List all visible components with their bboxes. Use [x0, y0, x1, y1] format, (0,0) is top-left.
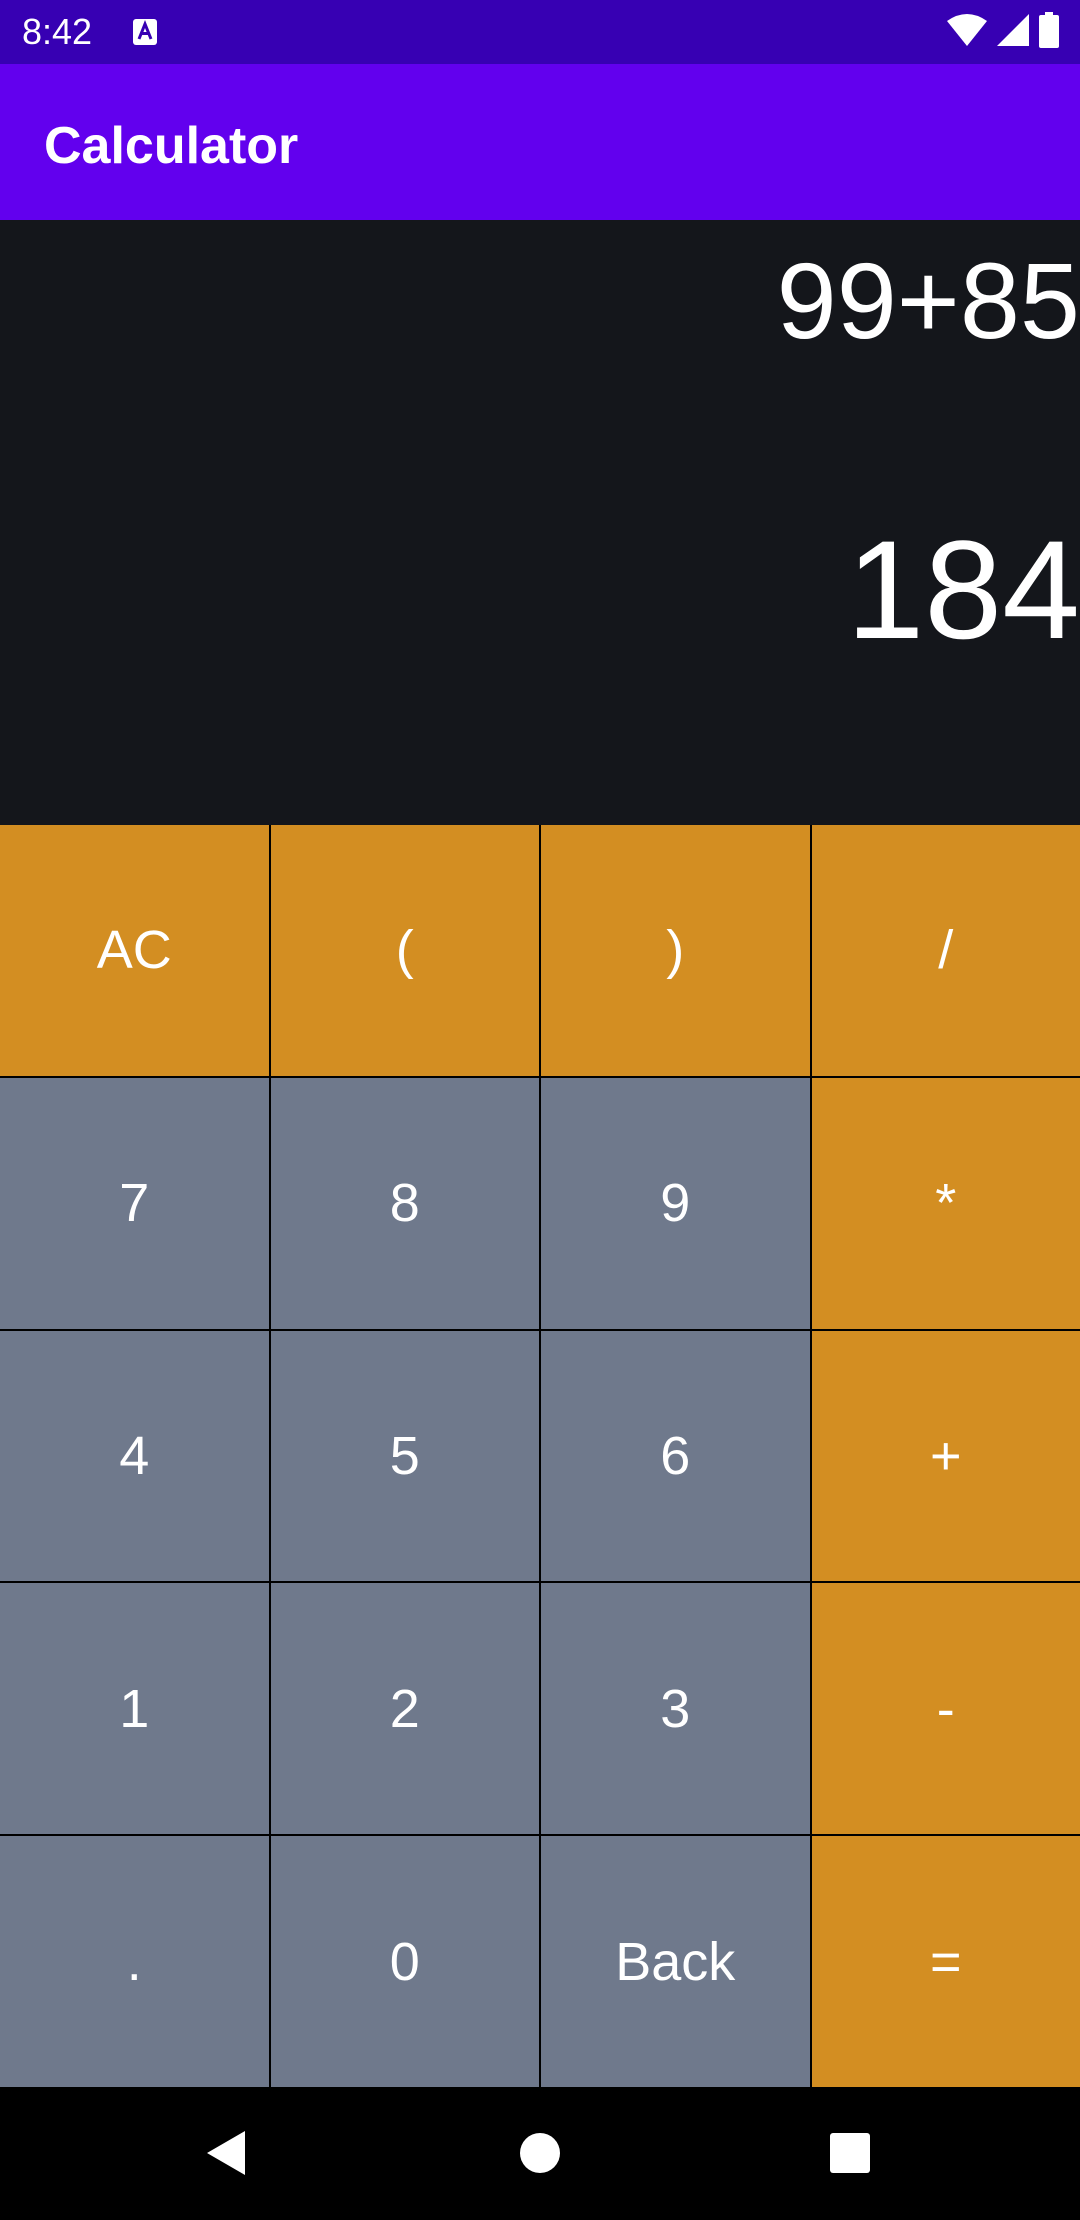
- digit-3-button[interactable]: 3: [541, 1583, 810, 1835]
- digit-9-button[interactable]: 9: [541, 1077, 810, 1329]
- home-icon[interactable]: [510, 2123, 570, 2183]
- equals-button[interactable]: =: [811, 1836, 1080, 2087]
- navigation-bar: [0, 2087, 1080, 2220]
- status-icons: [946, 11, 1060, 53]
- battery-icon: [1038, 11, 1060, 53]
- status-bar: 8:42: [0, 0, 1080, 64]
- backspace-button[interactable]: Back: [541, 1836, 810, 2087]
- digit-1-button[interactable]: 1: [0, 1583, 269, 1835]
- expression-text: 99+85: [776, 240, 1080, 361]
- multiply-button[interactable]: *: [811, 1077, 1080, 1329]
- divide-button[interactable]: /: [811, 825, 1080, 1076]
- decimal-button[interactable]: .: [0, 1836, 269, 2087]
- digit-6-button[interactable]: 6: [541, 1330, 810, 1582]
- minus-button[interactable]: -: [811, 1583, 1080, 1835]
- digit-2-button[interactable]: 2: [270, 1583, 539, 1835]
- cellular-signal-icon: [996, 13, 1030, 52]
- digit-0-button[interactable]: 0: [270, 1836, 539, 2087]
- app-notification-icon: [132, 18, 158, 46]
- digit-5-button[interactable]: 5: [270, 1330, 539, 1582]
- app-bar: Calculator: [0, 64, 1080, 220]
- recents-icon[interactable]: [820, 2123, 880, 2183]
- close-paren-button[interactable]: ): [541, 825, 810, 1076]
- open-paren-button[interactable]: (: [270, 825, 539, 1076]
- plus-button[interactable]: +: [811, 1330, 1080, 1582]
- wifi-icon: [946, 13, 988, 52]
- digit-7-button[interactable]: 7: [0, 1077, 269, 1329]
- calculator-display: 99+85 184: [0, 220, 1080, 825]
- app-title: Calculator: [44, 117, 299, 175]
- digit-4-button[interactable]: 4: [0, 1330, 269, 1582]
- keypad: AC ( ) / 7 8 9 * 4 5 6 + 1 2 3 - . 0 Bac…: [0, 825, 1080, 2087]
- clear-button[interactable]: AC: [0, 825, 269, 1076]
- status-time: 8:42: [22, 11, 93, 52]
- result-text: 184: [846, 511, 1080, 668]
- digit-8-button[interactable]: 8: [270, 1077, 539, 1329]
- back-icon[interactable]: [195, 2123, 255, 2183]
